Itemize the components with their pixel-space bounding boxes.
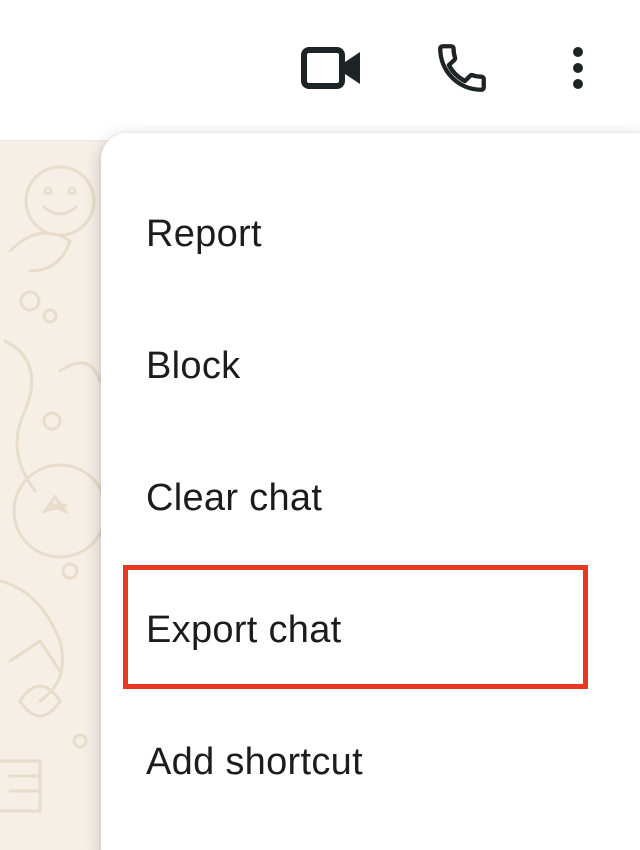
menu-item-label: Report [146, 212, 262, 255]
menu-item-add-shortcut[interactable]: Add shortcut [101, 707, 640, 817]
menu-item-clear-chat[interactable]: Clear chat [101, 443, 640, 553]
video-call-button[interactable] [294, 36, 370, 100]
menu-item-export-chat[interactable]: Export chat [101, 575, 640, 685]
menu-item-label: Add shortcut [146, 740, 363, 783]
menu-item-label: Block [146, 344, 241, 387]
phone-icon [438, 44, 486, 92]
chat-app-bar [0, 0, 640, 141]
menu-item-block[interactable]: Block [101, 311, 640, 421]
menu-item-label: Export chat [146, 608, 342, 651]
more-vert-icon [573, 47, 583, 89]
chat-screen: Report Block Clear chat Export chat Add … [0, 0, 640, 850]
voice-call-button[interactable] [426, 34, 498, 102]
overflow-menu: Report Block Clear chat Export chat Add … [101, 133, 640, 850]
menu-item-report[interactable]: Report [101, 179, 640, 289]
menu-item-label: Clear chat [146, 476, 323, 519]
more-options-button[interactable] [556, 34, 600, 102]
video-camera-icon [301, 47, 360, 89]
